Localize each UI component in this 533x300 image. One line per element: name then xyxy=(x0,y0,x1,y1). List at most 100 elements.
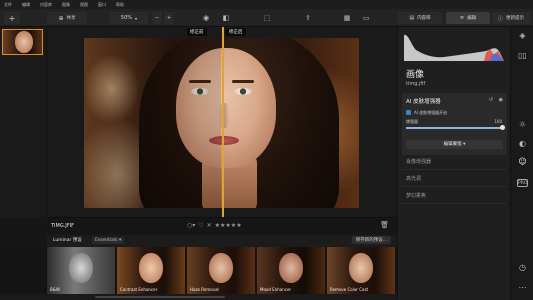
tab-updates[interactable]: ⓘ 更新提示 xyxy=(492,12,530,24)
crop-button[interactable]: ⬚ xyxy=(260,13,274,23)
amount-slider-knob[interactable] xyxy=(499,125,505,130)
preset-remove-color-cast[interactable]: Remove Color Cast xyxy=(327,247,395,294)
reject-icon[interactable]: ✕ xyxy=(207,222,212,229)
info-icon: ⓘ xyxy=(497,15,503,22)
preset-bw[interactable]: B&W xyxy=(47,247,115,294)
photo-eye-right xyxy=(234,88,252,95)
export-icon: ⇪ xyxy=(305,14,311,22)
preset-face xyxy=(209,253,233,283)
amount-slider-fill xyxy=(406,127,502,129)
ai-skin-enhancer-title[interactable]: AI 皮肤增强器 xyxy=(406,97,441,105)
essentials-sun-icon[interactable]: ☼ xyxy=(511,120,533,129)
thumbnail-face xyxy=(15,31,33,53)
heart-icon[interactable]: ♡ xyxy=(198,222,203,229)
creative-palette-icon[interactable]: ◐ xyxy=(511,139,533,148)
portrait-face-icon[interactable]: ☺ xyxy=(511,157,533,166)
zoom-out-button[interactable]: − xyxy=(152,12,162,24)
luminar-presets-tab[interactable]: Luminar 预设 xyxy=(53,237,82,243)
trash-icon[interactable]: 🗑 xyxy=(380,221,389,229)
grid-view-button[interactable]: ▦ xyxy=(340,13,354,23)
amount-slider[interactable] xyxy=(406,125,505,130)
presets-left-gutter xyxy=(0,247,47,294)
menu-image[interactable]: 图像 xyxy=(62,0,70,9)
ai-skin-checkbox[interactable] xyxy=(406,110,411,115)
compare-split-button[interactable]: ◧ xyxy=(219,13,233,23)
tab-edit-label: 编辑 xyxy=(467,16,477,21)
zoom-value: 50% xyxy=(120,15,133,21)
zoom-dropdown[interactable]: 50% ▾ xyxy=(110,12,148,24)
right-panel: 画像 timg.jfif AI 皮肤增强器 ↺ ◉ AI 皮肤增强器开启 增强量… xyxy=(397,27,510,300)
star-rating[interactable]: ★★★★★ xyxy=(215,222,242,229)
tab-library-label: 内容库 xyxy=(417,16,431,21)
export-button[interactable]: ⇪ xyxy=(301,13,315,23)
history-clock-icon[interactable]: ◷ xyxy=(511,263,533,272)
presets-scrollbar[interactable] xyxy=(95,296,225,298)
menu-bar: 文件 编辑 内容库 图像 视图 窗口 帮助 xyxy=(0,0,533,9)
layers-icon[interactable]: ◈ xyxy=(511,31,533,40)
preset-contrast-enhancer[interactable]: Contrast Enhancer xyxy=(117,247,185,294)
filmstrip xyxy=(0,27,47,217)
preset-face xyxy=(69,253,93,283)
chevron-down-icon: ▾ xyxy=(135,15,138,21)
save-preset-button[interactable]: 保存新的预设... xyxy=(351,236,391,244)
section-high-key[interactable]: 高光调 xyxy=(406,175,421,182)
edit-mask-button[interactable]: 编辑蒙版 ▾ xyxy=(406,140,503,149)
plus-icon: + xyxy=(8,13,16,23)
single-image-icon: ▭ xyxy=(362,14,370,22)
share-button[interactable]: ⊕ 共享 xyxy=(47,12,87,24)
reset-icon[interactable]: ↺ xyxy=(489,97,493,103)
photo-brow-right xyxy=(232,80,254,83)
rating-controls: ○▾ ♡ ✕ ★★★★★ xyxy=(187,222,242,229)
visibility-eye-icon[interactable]: ◉ xyxy=(499,97,503,103)
share-label: 共享 xyxy=(66,16,76,21)
section-divider xyxy=(402,169,507,170)
preset-label: Remove Color Cast xyxy=(330,287,369,292)
share-icon: ⊕ xyxy=(58,14,64,22)
before-label: 修正前 xyxy=(187,28,207,36)
menu-file[interactable]: 文件 xyxy=(4,0,12,9)
compare-divider-handle[interactable] xyxy=(222,27,224,217)
menu-window[interactable]: 窗口 xyxy=(98,0,106,9)
sliders-icon: ≡ xyxy=(459,15,465,21)
presets-bar: Luminar 预设 Essentials ▾ 保存新的预设... xyxy=(47,235,397,247)
tab-updates-label: 更新提示 xyxy=(506,16,524,21)
section-portrait-enhancer[interactable]: 肖像增强器 xyxy=(406,158,431,165)
preset-mood-enhancer[interactable]: Mood Enhancer xyxy=(257,247,325,294)
presets-category-dropdown[interactable]: Essentials ▾ xyxy=(92,236,125,244)
split-view-icon: ◧ xyxy=(222,14,230,22)
color-label-icon[interactable]: ○▾ xyxy=(187,222,195,229)
panel-file-name: timg.jfif xyxy=(406,81,426,87)
minus-icon: − xyxy=(154,15,160,21)
add-image-button[interactable]: + xyxy=(4,12,20,24)
preset-haze-removal[interactable]: Haze Removal xyxy=(187,247,255,294)
library-icon: ▤ xyxy=(409,15,415,21)
panel-section-title: 画像 xyxy=(406,70,425,80)
preset-label: Haze Removal xyxy=(190,287,219,292)
amount-slider-label: 增强量 xyxy=(406,119,418,124)
tools-rail: ◈ ▯▯ ☼ ◐ ☺ PRO ◷ ⋯ xyxy=(510,27,533,300)
menu-help[interactable]: 帮助 xyxy=(116,0,124,9)
ai-skin-checkbox-label: AI 皮肤增强器开启 xyxy=(414,110,448,115)
preset-label: B&W xyxy=(50,287,60,292)
tab-edit[interactable]: ≡ 编辑 xyxy=(446,12,490,24)
chevron-down-icon: ▾ xyxy=(118,237,122,243)
single-view-button[interactable]: ▭ xyxy=(359,13,373,23)
canvas-tools-icon[interactable]: ▯▯ xyxy=(511,51,533,60)
filmstrip-thumbnail[interactable] xyxy=(2,29,43,55)
presets-category-label: Essentials xyxy=(95,237,118,243)
pro-tools-icon[interactable]: PRO xyxy=(517,179,528,187)
preset-label: Contrast Enhancer xyxy=(120,287,158,292)
more-options-icon[interactable]: ⋯ xyxy=(511,283,533,292)
menu-view[interactable]: 视图 xyxy=(80,0,88,9)
preset-face xyxy=(279,253,303,283)
histogram xyxy=(404,31,504,61)
menu-edit[interactable]: 编辑 xyxy=(22,0,30,9)
ai-skin-enhancer-card: AI 皮肤增强器 ↺ ◉ AI 皮肤增强器开启 增强量 100 编辑蒙版 ▾ xyxy=(402,93,507,155)
zoom-in-button[interactable]: + xyxy=(164,12,174,24)
menu-library[interactable]: 内容库 xyxy=(40,0,52,9)
tab-library[interactable]: ▤ 内容库 xyxy=(398,12,442,24)
section-orton-effect[interactable]: 梦幻柔焦 xyxy=(406,192,426,199)
preview-eye-button[interactable]: ◉ xyxy=(199,13,213,23)
plus-icon: + xyxy=(166,15,172,21)
toolbar: + ⊕ 共享 50% ▾ − + ◉ ◧ ⬚ ⇪ ▦ ▭ ▤ 内容库 ≡ 编辑 … xyxy=(0,9,533,27)
